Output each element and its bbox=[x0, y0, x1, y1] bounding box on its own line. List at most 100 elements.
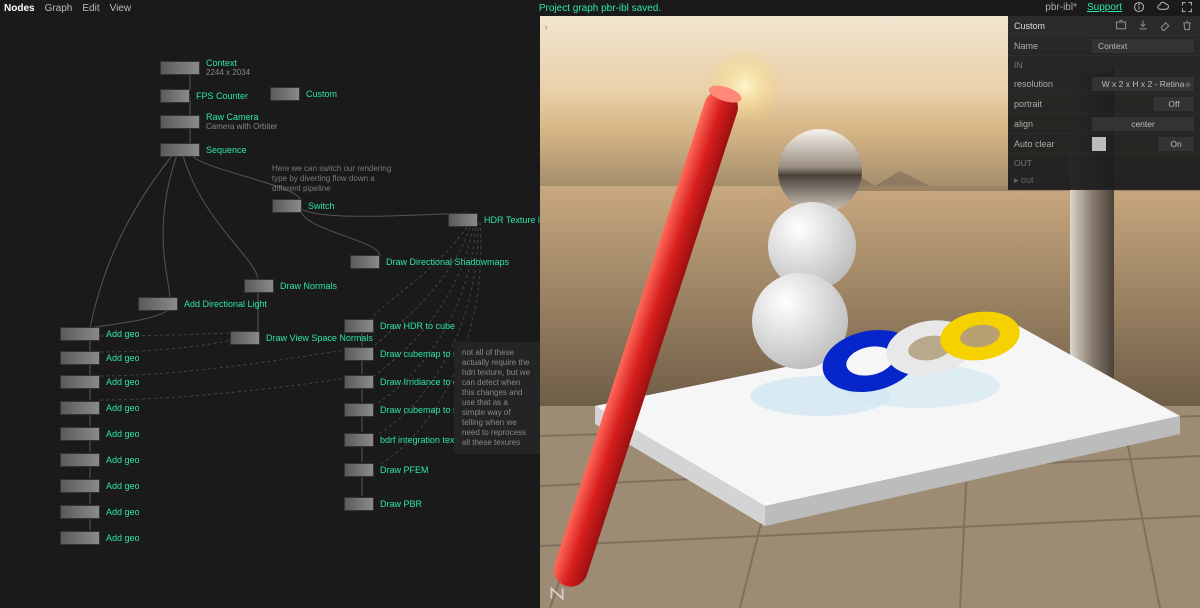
node-pbr[interactable]: Draw PBR bbox=[344, 496, 422, 512]
props-portrait-row: portrait Off bbox=[1008, 94, 1200, 114]
node-thumb bbox=[344, 319, 374, 333]
download-icon[interactable] bbox=[1136, 18, 1150, 32]
props-autoclear-row: Auto clear On bbox=[1008, 134, 1200, 154]
node-thumb bbox=[160, 115, 200, 129]
menu-nodes[interactable]: Nodes bbox=[4, 3, 35, 14]
graph-canvas[interactable]: .e{stroke:#555;stroke-width:1;fill:none}… bbox=[0, 0, 540, 608]
node-hdr-to-cube[interactable]: Draw HDR to cube bbox=[344, 318, 455, 334]
props-name-value[interactable]: Context bbox=[1092, 39, 1194, 53]
node-label: Draw View Space Normals bbox=[266, 333, 373, 343]
status-message: Project graph pbr-ibl saved. bbox=[539, 3, 661, 14]
viewport-logo bbox=[548, 584, 566, 602]
node-add-directional-light[interactable]: Add Directional Light bbox=[138, 296, 267, 312]
node-thumb bbox=[60, 401, 100, 415]
project-name: pbr-ibl* bbox=[1045, 2, 1077, 13]
node-hdr-texture-load[interactable]: HDR Texture load bbox=[448, 212, 555, 228]
node-thumb bbox=[272, 199, 302, 213]
node-thumb bbox=[344, 347, 374, 361]
node-thumb bbox=[344, 463, 374, 477]
node-label: Draw Normals bbox=[280, 281, 337, 291]
node-thumb bbox=[350, 255, 380, 269]
node-thumb bbox=[230, 331, 260, 345]
props-align-label: align bbox=[1014, 119, 1092, 129]
node-add-geo-4[interactable]: Add geo bbox=[60, 426, 140, 442]
node-thumb bbox=[448, 213, 478, 227]
props-resolution-row: resolution W x 2 x H x 2 - Retina◈ bbox=[1008, 74, 1200, 94]
color-swatch[interactable] bbox=[1092, 137, 1106, 151]
node-label: FPS Counter bbox=[196, 91, 248, 101]
visibility-icon[interactable]: ◈ bbox=[1184, 79, 1191, 90]
node-label: Add geo bbox=[106, 403, 140, 413]
node-label: Add geo bbox=[106, 377, 140, 387]
node-thumb bbox=[60, 479, 100, 493]
info-icon[interactable] bbox=[1132, 0, 1146, 14]
props-align-row: align center bbox=[1008, 114, 1200, 134]
node-thumb bbox=[60, 531, 100, 545]
fullscreen-icon[interactable] bbox=[1180, 0, 1194, 14]
props-resolution-value[interactable]: W x 2 x H x 2 - Retina◈ bbox=[1092, 77, 1194, 91]
props-portrait-label: portrait bbox=[1014, 99, 1092, 109]
node-label: Raw Camera bbox=[206, 112, 259, 122]
comment-cubemap: not all of these actually require the hd… bbox=[454, 342, 540, 454]
node-label: Switch bbox=[308, 201, 335, 211]
node-thumb bbox=[344, 497, 374, 511]
node-thumb bbox=[60, 351, 100, 365]
node-sequence[interactable]: Sequence bbox=[160, 142, 247, 158]
node-add-geo-2[interactable]: Add geo bbox=[60, 374, 140, 390]
eraser-icon[interactable] bbox=[1158, 18, 1172, 32]
node-bdrf[interactable]: bdrf integration texture bbox=[344, 432, 470, 448]
cloud-icon[interactable] bbox=[1156, 0, 1170, 14]
node-label: Draw PFEM bbox=[380, 465, 429, 475]
trash-icon[interactable] bbox=[1180, 18, 1194, 32]
menu-edit[interactable]: Edit bbox=[82, 3, 99, 14]
export-icon[interactable] bbox=[1114, 18, 1128, 32]
node-thumb bbox=[60, 505, 100, 519]
node-add-geo-0[interactable]: Add geo bbox=[60, 326, 140, 342]
node-context[interactable]: Context 2244 x 2034 bbox=[160, 60, 250, 76]
props-portrait-value[interactable]: Off bbox=[1154, 97, 1194, 111]
comment-switch: Here we can switch our rendering type by… bbox=[272, 164, 392, 194]
props-align-value[interactable]: center bbox=[1092, 117, 1194, 131]
node-thumb bbox=[60, 453, 100, 467]
node-thumb bbox=[60, 375, 100, 389]
toolbar-icons bbox=[1114, 18, 1194, 32]
node-add-geo-3[interactable]: Add geo bbox=[60, 400, 140, 416]
node-raw-camera[interactable]: Raw Camera Camera with Orbiter bbox=[160, 114, 278, 130]
node-label: Add geo bbox=[106, 507, 140, 517]
node-custom[interactable]: Custom bbox=[270, 86, 337, 102]
node-label: Add geo bbox=[106, 329, 140, 339]
node-add-geo-8[interactable]: Add geo bbox=[60, 530, 140, 546]
props-autoclear-value[interactable]: On bbox=[1158, 137, 1194, 151]
node-add-geo-6[interactable]: Add geo bbox=[60, 478, 140, 494]
node-draw-normals[interactable]: Draw Normals bbox=[244, 278, 337, 294]
node-label: Draw PBR bbox=[380, 499, 422, 509]
node-label: Add geo bbox=[106, 481, 140, 491]
node-add-geo-1[interactable]: Add geo bbox=[60, 350, 140, 366]
node-thumb bbox=[344, 433, 374, 447]
node-label: Add Directional Light bbox=[184, 299, 267, 309]
node-label: Draw HDR to cube bbox=[380, 321, 455, 331]
node-sublabel: 2244 x 2034 bbox=[206, 68, 250, 78]
node-switch[interactable]: Switch bbox=[272, 198, 335, 214]
node-add-geo-5[interactable]: Add geo bbox=[60, 452, 140, 468]
node-label: Add geo bbox=[106, 353, 140, 363]
props-name-label: Name bbox=[1014, 41, 1092, 51]
collapse-panel-icon[interactable]: › bbox=[540, 20, 553, 34]
props-name-row: Name Context bbox=[1008, 36, 1200, 56]
node-thumb bbox=[270, 87, 300, 101]
props-resolution-label: resolution bbox=[1014, 79, 1092, 89]
node-fps[interactable]: FPS Counter bbox=[160, 88, 248, 104]
menu-view[interactable]: View bbox=[110, 3, 132, 14]
node-draw-shadowmaps[interactable]: Draw Directional Shadowmaps bbox=[350, 254, 509, 270]
node-thumb bbox=[138, 297, 178, 311]
props-autoclear-label: Auto clear bbox=[1014, 139, 1092, 149]
support-link[interactable]: Support bbox=[1087, 2, 1122, 13]
node-label: Sequence bbox=[206, 145, 247, 155]
props-out-row: ▸ out bbox=[1008, 172, 1200, 190]
node-thumb bbox=[244, 279, 274, 293]
node-add-geo-7[interactable]: Add geo bbox=[60, 504, 140, 520]
node-pfem[interactable]: Draw PFEM bbox=[344, 462, 429, 478]
menu-graph[interactable]: Graph bbox=[45, 3, 73, 14]
node-label: Add geo bbox=[106, 455, 140, 465]
node-thumb bbox=[160, 143, 200, 157]
